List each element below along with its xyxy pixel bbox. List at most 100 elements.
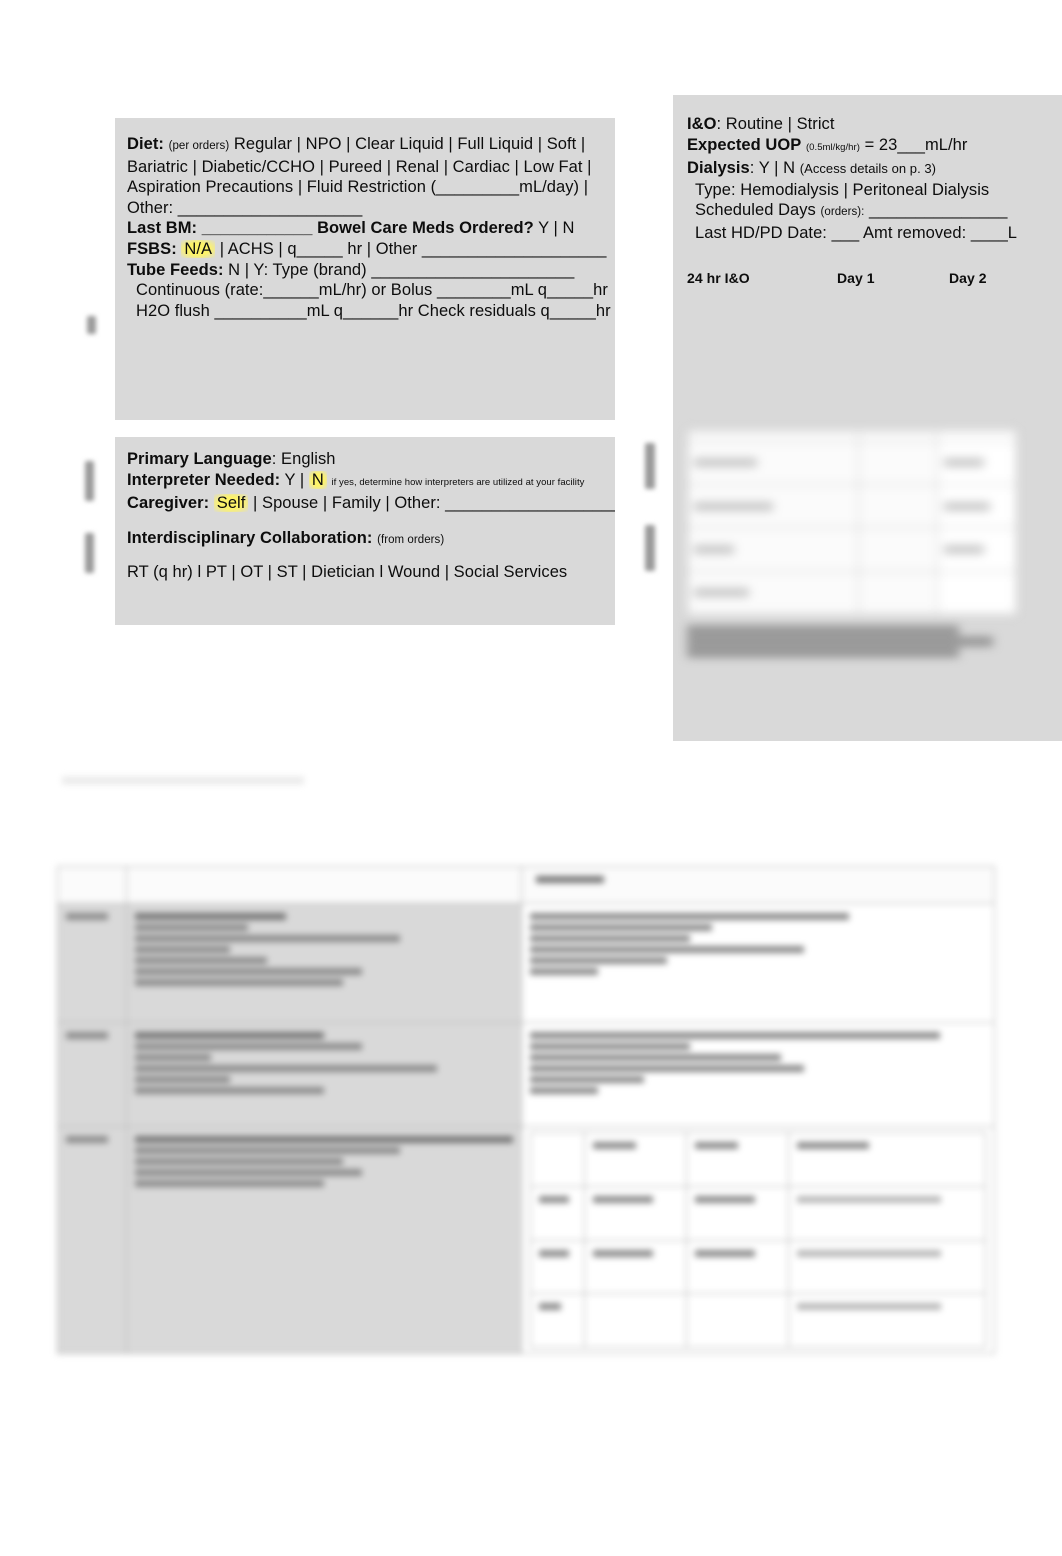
language-card-handle-nub-bottom[interactable] xyxy=(85,533,94,573)
assessment-subtable[interactable] xyxy=(529,1132,986,1348)
fsbs-remaining-options[interactable]: | ACHS | q_____ hr | Other _____________… xyxy=(220,240,607,258)
assessment-row-right[interactable] xyxy=(521,1021,995,1128)
tube-feeds-flush-line: H2O flush __________mL q______hr Check r… xyxy=(127,301,611,322)
io-grid-header-label xyxy=(686,430,860,442)
assessment-row-right[interactable] xyxy=(521,1126,995,1354)
io-grid-row-label xyxy=(686,527,860,572)
caregiver-remaining-options[interactable]: | Spouse | Family | Other: _____________… xyxy=(253,494,620,512)
expected-uop-value[interactable]: = 23___mL/hr xyxy=(865,136,968,154)
io-grid-header-day1 xyxy=(858,430,939,442)
interpreter-option-yes[interactable]: Y xyxy=(285,471,296,489)
assessment-row-left xyxy=(126,903,522,1023)
interpreter-option-no-selected[interactable]: N xyxy=(308,470,327,489)
table-row[interactable] xyxy=(57,903,995,1023)
diet-line-2: Bariatric | Diabetic/CCHO | Pureed | Ren… xyxy=(127,157,611,178)
table-row[interactable] xyxy=(57,1021,995,1128)
io-grid-row[interactable] xyxy=(686,527,1017,572)
io-grid-row[interactable] xyxy=(686,570,1017,616)
io-options[interactable]: : Routine | Strict xyxy=(716,115,834,133)
interpreter-separator: | xyxy=(299,470,305,489)
dialysis-line: Dialysis: Y | N (Access details on p. 3) xyxy=(687,158,1017,180)
diet-nutrition-card: Diet: (per orders) Regular | NPO | Clear… xyxy=(57,118,615,420)
assessment-row-number xyxy=(57,1126,127,1354)
tube-feeds-value[interactable]: N | Y: Type (brand) ____________________… xyxy=(228,261,574,279)
io-line: I&O: Routine | Strict xyxy=(687,114,1017,135)
last-bm-blank[interactable]: ____________ xyxy=(202,219,313,237)
io-grid-row-day1[interactable] xyxy=(858,484,939,529)
io-notes-block xyxy=(687,623,1027,660)
interpreter-needed-label: Interpreter Needed: xyxy=(127,470,281,489)
faint-horizontal-rule xyxy=(62,776,304,785)
dialysis-type-line: Type: Hemodialysis | Peritoneal Dialysis xyxy=(687,180,1017,201)
io-grid-row[interactable] xyxy=(686,484,1017,529)
assessment-row-left xyxy=(126,1126,522,1354)
assessment-header-num xyxy=(57,866,127,904)
tube-feeds-flush-text[interactable]: H2O flush __________mL q______hr Check r… xyxy=(136,302,611,320)
bowel-care-meds-label: Bowel Care Meds Ordered? xyxy=(317,219,534,238)
io-note-line xyxy=(687,649,959,656)
io-measurement-grid[interactable] xyxy=(686,430,1017,616)
io-card-handle-nub-bottom[interactable] xyxy=(645,525,655,571)
io-table-header-row: 24 hr I&O Day 1 Day 2 xyxy=(687,268,1017,289)
interdisciplinary-collaboration-note: (from orders) xyxy=(377,533,445,546)
io-grid-row-day1[interactable] xyxy=(858,527,939,572)
fsbs-label: FSBS: xyxy=(127,239,177,258)
assessment-subtable-row[interactable] xyxy=(529,1239,986,1295)
io-grid-row[interactable] xyxy=(686,440,1017,486)
io-card-left-gutter xyxy=(615,95,673,741)
io-note-line xyxy=(687,638,993,645)
language-card-handle-nub-top[interactable] xyxy=(85,461,94,501)
interdisciplinary-collaboration-line: Interdisciplinary Collaboration: (from o… xyxy=(127,528,620,551)
diet-options-line-3: Aspiration Precautions | Fluid Restricti… xyxy=(127,178,589,197)
assessment-row-left xyxy=(126,1021,522,1128)
caregiver-selected-value[interactable]: Self xyxy=(213,494,249,513)
io-grid-row-day2[interactable] xyxy=(937,484,1017,529)
diet-card-body: Diet: (per orders) Regular | NPO | Clear… xyxy=(127,134,611,321)
interdisciplinary-options[interactable]: RT (q hr) l PT | OT | ST | Dietician l W… xyxy=(127,563,567,581)
dialysis-type-options[interactable]: Type: Hemodialysis | Peritoneal Dialysis xyxy=(695,181,989,199)
diet-options-line-4: Other: ____________________ xyxy=(127,198,363,217)
tube-feeds-continuous-text[interactable]: Continuous (rate:______mL/hr) or Bolus _… xyxy=(136,281,608,299)
assessment-subtable-row[interactable] xyxy=(529,1293,986,1348)
io-note-line xyxy=(687,627,959,634)
dialysis-options[interactable]: : Y | N xyxy=(750,159,795,177)
io-table-header-day2: Day 2 xyxy=(949,269,987,286)
assessment-subtable-row[interactable] xyxy=(529,1185,986,1241)
assessment-table[interactable] xyxy=(57,866,995,1354)
table-row[interactable] xyxy=(57,1126,995,1354)
scheduled-days-note: (orders): xyxy=(820,206,865,219)
io-measurement-table xyxy=(686,430,1017,616)
io-grid-row-day2[interactable] xyxy=(937,527,1017,572)
scheduled-days-line: Scheduled Days (orders): _______________ xyxy=(687,200,1017,223)
fsbs-selected-value[interactable]: N/A xyxy=(181,239,216,258)
expected-uop-line: Expected UOP (0.5ml/kg/hr) = 23___mL/hr xyxy=(687,135,1017,159)
last-hd-pd-line: Last HD/PD Date: ___ Amt removed: ____L xyxy=(687,223,1017,244)
last-bm-label: Last BM: xyxy=(127,219,198,238)
io-label: I&O xyxy=(687,115,717,133)
io-grid-row-day1[interactable] xyxy=(858,570,939,616)
io-table-header-24hr: 24 hr I&O xyxy=(687,269,750,286)
scheduled-days-label: Scheduled Days xyxy=(695,201,816,220)
assessment-table-grid xyxy=(57,866,995,1354)
caregiver-label: Caregiver xyxy=(127,494,204,513)
io-card-body: I&O: Routine | Strict Expected UOP (0.5m… xyxy=(687,114,1017,288)
primary-language-line: Primary Language: English xyxy=(127,449,620,470)
io-grid-row-day2[interactable] xyxy=(937,440,1017,486)
io-grid-row-label xyxy=(686,484,860,529)
bowel-care-meds-options[interactable]: Y | N xyxy=(538,219,574,237)
io-card-handle-nub-top[interactable] xyxy=(645,443,655,489)
diet-card-handle-nub[interactable] xyxy=(87,316,96,334)
io-grid-row-day2[interactable] xyxy=(937,570,1017,616)
diet-line-4: Other: ____________________ xyxy=(127,198,611,219)
tube-feeds-continuous-line: Continuous (rate:______mL/hr) or Bolus _… xyxy=(127,280,611,301)
io-grid-row-day1[interactable] xyxy=(858,440,939,486)
assessment-table-header-row xyxy=(57,866,995,904)
assessment-row-right[interactable] xyxy=(521,903,995,1023)
last-hd-pd-text[interactable]: Last HD/PD Date: ___ Amt removed: ____L xyxy=(695,224,1017,242)
expected-uop-label: Expected UOP xyxy=(687,135,802,154)
diet-label: Diet xyxy=(127,135,159,153)
scheduled-days-blank[interactable]: _______________ xyxy=(869,201,1007,219)
expected-uop-formula-note: (0.5ml/kg/hr) xyxy=(805,141,860,153)
assessment-header-left xyxy=(126,866,522,904)
interpreter-note: if yes, determine how interpreters are u… xyxy=(331,476,585,488)
